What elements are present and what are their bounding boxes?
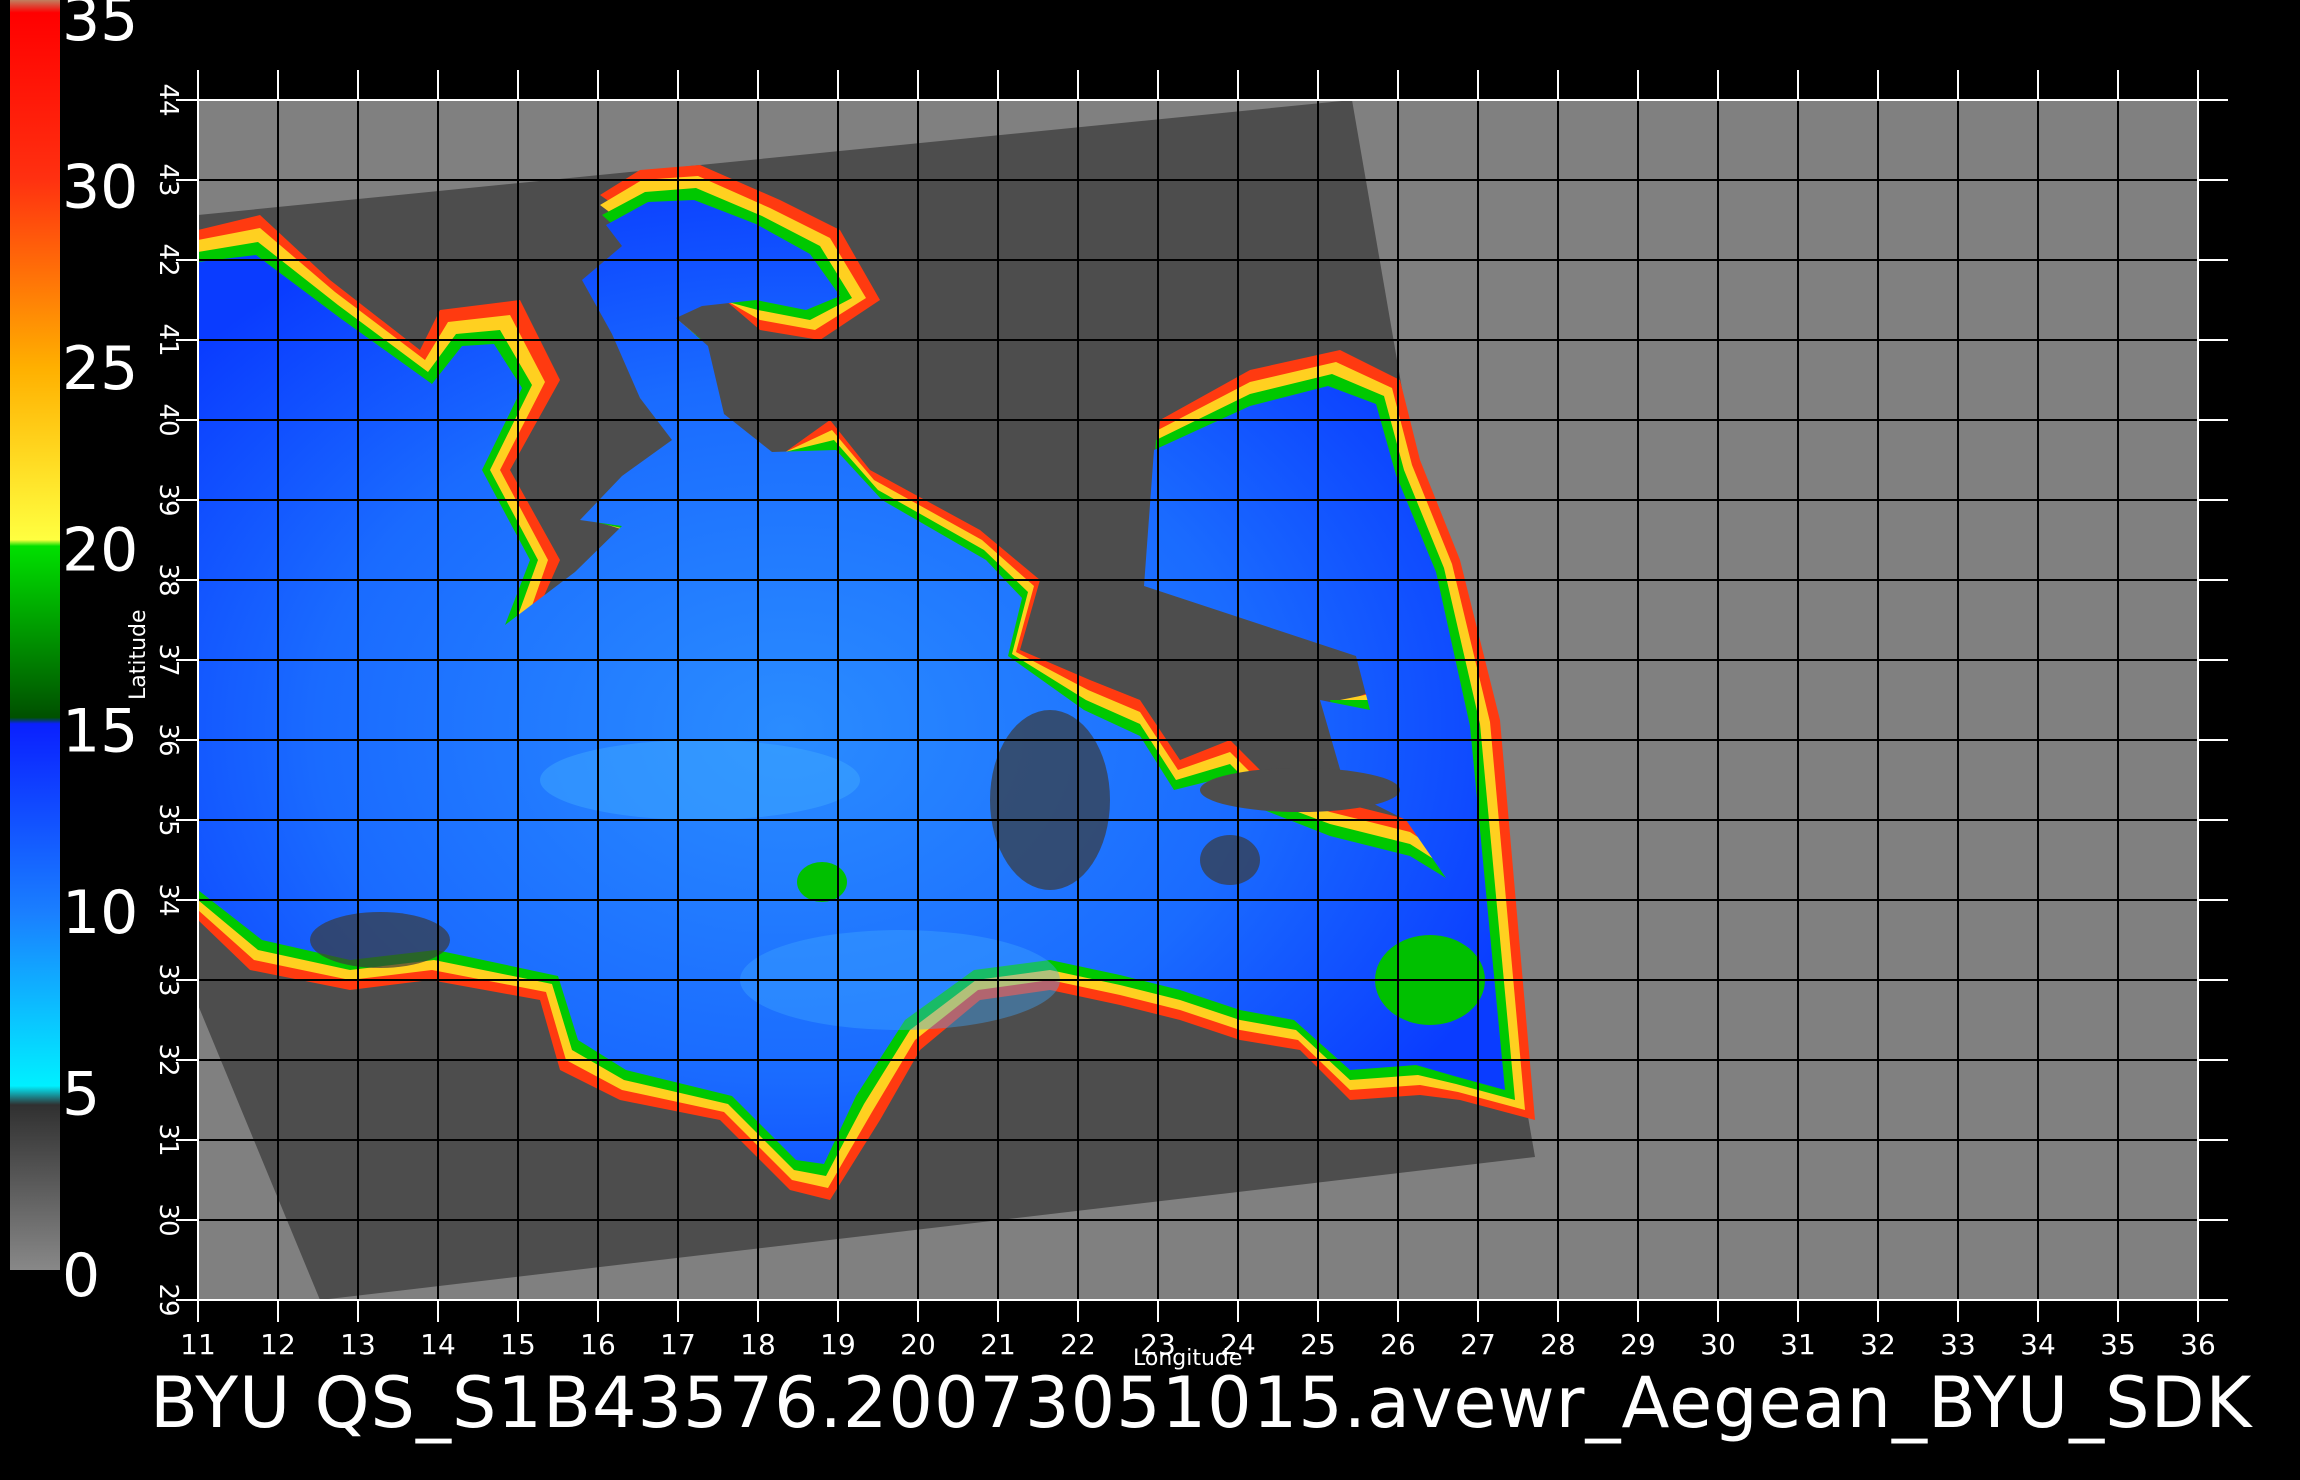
- x-tick-label: 11: [180, 1328, 216, 1361]
- strong-wind-patch: [797, 862, 847, 902]
- y-tick-label: 39: [153, 483, 183, 516]
- colorbar-label: 25: [62, 334, 138, 404]
- y-tick-label: 43: [153, 163, 183, 196]
- y-tick-label: 40: [153, 403, 183, 436]
- calm-patch: [310, 912, 450, 968]
- y-tick-label: 36: [153, 723, 183, 756]
- colorbar-label: 5: [62, 1060, 100, 1130]
- y-tick-label: 38: [153, 563, 183, 596]
- y-tick-label: 41: [153, 323, 183, 356]
- x-tick-label: 34: [2020, 1328, 2056, 1361]
- x-tick-label: 30: [1700, 1328, 1736, 1361]
- x-tick-label: 13: [340, 1328, 376, 1361]
- y-tick-label: 33: [153, 963, 183, 996]
- x-tick-label: 12: [260, 1328, 296, 1361]
- y-tick-label: 32: [153, 1043, 183, 1076]
- x-tick-label: 22: [1060, 1328, 1096, 1361]
- y-tick-label: 42: [153, 243, 183, 276]
- x-tick-label: 25: [1300, 1328, 1336, 1361]
- map-title: BYU QS_S1B43576.20073051015.avewr_Aegean…: [150, 1362, 2253, 1444]
- colorbar-label: 0: [62, 1241, 100, 1311]
- x-tick-label: 36: [2180, 1328, 2216, 1361]
- light-wind-patch: [540, 740, 860, 820]
- x-tick-label: 15: [500, 1328, 536, 1361]
- colorbar-label: 35: [62, 0, 138, 55]
- colorbar-label: 20: [62, 515, 138, 585]
- x-tick-label: 14: [420, 1328, 456, 1361]
- x-tick-label: 17: [660, 1328, 696, 1361]
- colorbar-gradient: [10, 0, 60, 1270]
- x-tick-label: 35: [2100, 1328, 2136, 1361]
- x-tick-label: 28: [1540, 1328, 1576, 1361]
- x-tick-label: 26: [1380, 1328, 1416, 1361]
- y-tick-label: 35: [153, 803, 183, 836]
- calm-patch: [1200, 835, 1260, 885]
- x-tick-label: 32: [1860, 1328, 1896, 1361]
- x-tick-label: 27: [1460, 1328, 1496, 1361]
- x-tick-label: 18: [740, 1328, 776, 1361]
- colorbar-label: 15: [62, 697, 138, 767]
- colorbar-label: 30: [62, 152, 138, 222]
- x-tick-label: 19: [820, 1328, 856, 1361]
- y-tick-labels: 29 30 31 32 33 34 35 36 37 38 39 40 41 42 43 44: [153, 83, 183, 1316]
- colorbar: 0 5 10 15 20 25 30 35: [10, 0, 138, 1311]
- x-tick-label: 20: [900, 1328, 936, 1361]
- x-tick-label: 33: [1940, 1328, 1976, 1361]
- y-tick-label: 37: [153, 643, 183, 676]
- x-tick-label: 29: [1620, 1328, 1656, 1361]
- y-tick-label: 44: [153, 83, 183, 116]
- colorbar-label: 10: [62, 878, 138, 948]
- y-tick-label: 31: [153, 1123, 183, 1156]
- island: [1200, 768, 1400, 812]
- wind-speed-map: 11 12 13 14 15 16 17 18 19 20 21 22 23 24 25 26 27 28 29 30…: [10, 0, 2228, 1361]
- y-axis-title: Latitude: [126, 609, 151, 700]
- x-tick-label: 21: [980, 1328, 1016, 1361]
- y-tick-label: 30: [153, 1203, 183, 1236]
- x-tick-label: 16: [580, 1328, 616, 1361]
- y-tick-label: 34: [153, 883, 183, 916]
- y-tick-label: 29: [153, 1283, 183, 1316]
- x-tick-label: 31: [1780, 1328, 1816, 1361]
- calm-patch: [990, 710, 1110, 890]
